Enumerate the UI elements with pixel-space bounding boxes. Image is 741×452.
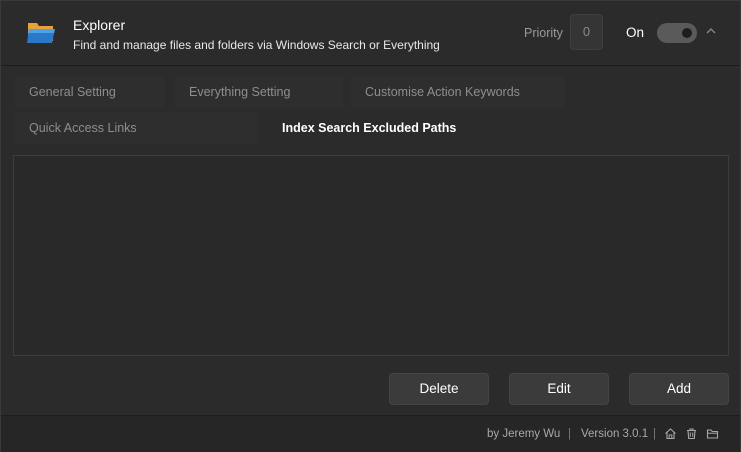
plugin-header: Explorer Find and manage files and folde… <box>1 1 740 66</box>
excluded-paths-list[interactable] <box>13 155 729 356</box>
plugin-settings-body: General Setting Everything Setting Custo… <box>1 66 740 415</box>
plugin-footer: by Jeremy Wu | Version 3.0.1 | <box>1 415 740 452</box>
toggle-knob <box>682 28 692 38</box>
tab-customise-action-keywords[interactable]: Customise Action Keywords <box>351 76 565 108</box>
tab-general-setting[interactable]: General Setting <box>15 76 165 108</box>
tab-everything-setting[interactable]: Everything Setting <box>175 76 343 108</box>
plugin-panel: Explorer Find and manage files and folde… <box>0 0 741 452</box>
home-icon[interactable] <box>664 427 677 440</box>
tab-index-search-excluded-paths[interactable]: Index Search Excluded Paths <box>268 112 468 144</box>
version-label: Version 3.0.1 <box>581 428 649 440</box>
chevron-up-icon[interactable] <box>706 27 716 35</box>
footer-separator: | <box>568 428 571 440</box>
toggle-label: On <box>626 25 645 40</box>
folder-app-icon <box>27 23 55 43</box>
author-label: by Jeremy Wu <box>487 428 561 440</box>
edit-button[interactable]: Edit <box>509 373 609 405</box>
plugin-title: Explorer <box>73 17 126 33</box>
enable-toggle[interactable] <box>657 23 697 43</box>
folder-icon[interactable] <box>706 427 719 440</box>
priority-input[interactable]: 0 <box>570 14 603 50</box>
add-button[interactable]: Add <box>629 373 729 405</box>
footer-separator: | <box>653 428 656 440</box>
delete-button[interactable]: Delete <box>389 373 489 405</box>
priority-label: Priority <box>524 26 563 40</box>
trash-icon[interactable] <box>685 427 698 440</box>
tab-quick-access-links[interactable]: Quick Access Links <box>15 112 258 144</box>
plugin-description: Find and manage files and folders via Wi… <box>73 38 440 52</box>
